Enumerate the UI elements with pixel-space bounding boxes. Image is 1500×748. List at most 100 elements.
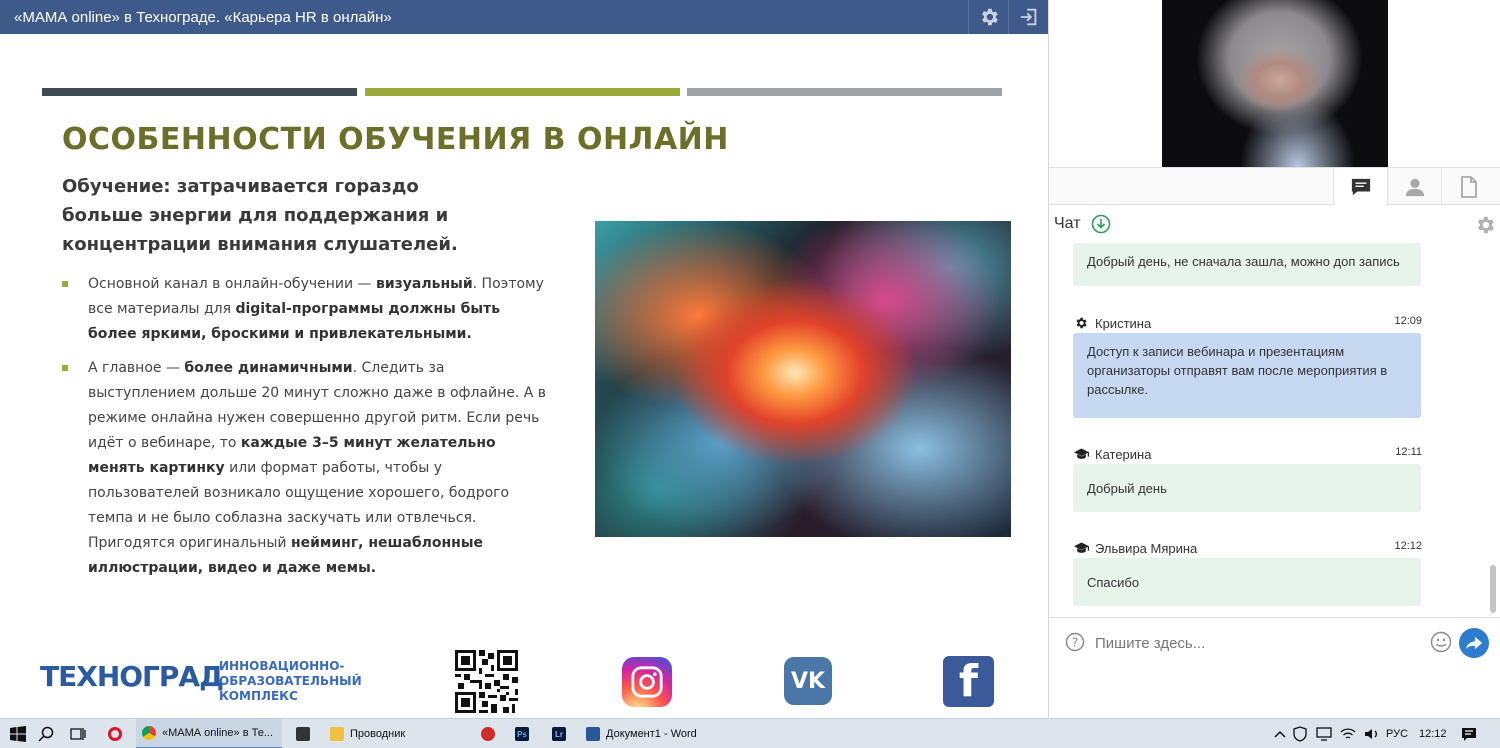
user-icon: [1405, 178, 1424, 196]
bullet-text: Основной канал в онлайн-обучении — визуа…: [88, 276, 544, 342]
wifi-icon: [1340, 728, 1356, 739]
tray-app[interactable]: [1316, 719, 1332, 748]
tray-security[interactable]: [1292, 719, 1308, 748]
message-author: Катерина: [1095, 447, 1152, 462]
tray-language[interactable]: РУС: [1386, 719, 1408, 748]
chat-message-meta: Эльвира Мярина 12:12: [1074, 540, 1422, 558]
graduation-cap-icon: [1074, 447, 1089, 463]
app-icon: [296, 727, 310, 741]
question-icon: ?: [1065, 632, 1085, 652]
opera-taskbar-icon[interactable]: [108, 719, 122, 748]
tray-wifi[interactable]: [1340, 719, 1356, 748]
chat-message-meta: Кристина 12:09: [1074, 315, 1422, 333]
windows-icon: [10, 726, 26, 742]
tab-participants[interactable]: [1387, 168, 1441, 205]
lightroom-icon: Lr: [552, 727, 566, 741]
opera-icon: [108, 727, 122, 741]
taskbar-label: Документ1 - Word: [606, 728, 697, 740]
help-button[interactable]: ?: [1065, 632, 1085, 657]
taskbar-label: Проводник: [350, 728, 406, 740]
presentation-slide: ОСОБЕННОСТИ ОБУЧЕНИЯ В ОНЛАЙН Обучение: …: [0, 34, 1048, 718]
tray-chevron[interactable]: [1274, 719, 1286, 748]
message-author: Кристина: [1095, 316, 1152, 331]
volume-icon: [1365, 729, 1377, 739]
taskbar-photoshop[interactable]: Ps: [515, 719, 529, 748]
emoji-button[interactable]: [1430, 631, 1452, 658]
instagram-icon[interactable]: [622, 657, 672, 707]
word-icon: [586, 727, 600, 741]
slide-abstract-image: [595, 221, 1011, 537]
webinar-app: «МАМА online» в Технограде. «Карьера HR …: [0, 0, 1500, 748]
facebook-icon[interactable]: f: [943, 656, 994, 707]
shield-icon: [1293, 726, 1307, 742]
exit-icon: [1020, 8, 1036, 26]
message-time: 12:12: [1394, 540, 1422, 552]
search-icon: [38, 726, 54, 742]
document-icon: [1460, 175, 1477, 198]
chat-scrollbar[interactable]: [1490, 565, 1496, 613]
gear-icon: [1478, 216, 1494, 234]
taskbar-label: «МАМА online» в Те...: [162, 727, 273, 739]
slide-stripe-gray: [687, 88, 1002, 96]
chat-title: Чат: [1054, 215, 1081, 232]
send-arrow-icon: [1465, 636, 1483, 650]
vk-icon[interactable]: VK: [784, 657, 832, 705]
smiley-icon: [1430, 631, 1452, 653]
settings-button[interactable]: [968, 0, 1008, 34]
search-button[interactable]: [38, 719, 54, 748]
panel-divider: [1048, 0, 1049, 718]
taskbar-app-icon[interactable]: [481, 719, 495, 748]
technograd-logo: ТЕХНОГРАД: [40, 660, 224, 693]
chat-message-bubble: Добрый день, не сначала зашла, можно доп…: [1073, 243, 1421, 286]
taskbar-app-icon[interactable]: [296, 719, 310, 748]
technograd-logo-subtitle: ИННОВАЦИОННО-ОБРАЗОВАТЕЛЬНЫЙ КОМПЛЕКС: [219, 659, 362, 703]
chrome-icon: [142, 726, 156, 740]
photoshop-icon: Ps: [515, 727, 529, 741]
task-view-icon: [70, 728, 86, 740]
gear-icon: [981, 8, 998, 26]
taskbar-explorer-window[interactable]: Проводник: [324, 719, 466, 748]
red-app-icon: [481, 727, 495, 741]
webcam-video: [1162, 0, 1388, 167]
tray-volume[interactable]: [1364, 719, 1380, 748]
slide-bullet: А главное — более динамичными. Следить з…: [62, 356, 552, 581]
bullet-marker: [62, 281, 68, 287]
taskbar-lightroom[interactable]: Lr: [552, 719, 566, 748]
tray-clock[interactable]: 12:12: [1419, 719, 1447, 748]
task-view-button[interactable]: [70, 719, 86, 748]
chevron-up-icon: [1274, 730, 1286, 738]
chat-message-bubble: Спасибо: [1073, 558, 1421, 606]
taskbar-chrome-window[interactable]: «МАМА online» в Те...: [136, 719, 282, 748]
tab-files[interactable]: [1441, 168, 1495, 205]
message-time: 12:11: [1395, 446, 1422, 458]
instagram-glyph-icon: [631, 666, 663, 698]
notifications-icon: [1462, 728, 1476, 741]
svg-text:?: ?: [1072, 636, 1078, 650]
tray-notifications[interactable]: [1461, 719, 1477, 748]
slide-heading: ОСОБЕННОСТИ ОБУЧЕНИЯ В ОНЛАЙН: [62, 122, 729, 157]
graduation-cap-icon: [1074, 541, 1089, 557]
chat-message-input[interactable]: [1095, 630, 1425, 656]
windows-taskbar: «МАМА online» в Те... Проводник Ps Lr До…: [0, 718, 1500, 748]
slide-bullet: Основной канал в онлайн-обучении — визуа…: [62, 272, 552, 347]
slide-subheading: Обучение: затрачивается гораздо больше э…: [62, 176, 458, 255]
tab-chat[interactable]: [1333, 168, 1387, 205]
taskbar-word-window[interactable]: Документ1 - Word: [580, 719, 726, 748]
chat-messages[interactable]: Добрый день, не сначала зашла, можно доп…: [1050, 238, 1488, 610]
chat-composer: ?: [1049, 617, 1500, 667]
start-button[interactable]: [10, 719, 26, 748]
folder-icon: [330, 727, 344, 741]
download-icon: [1091, 214, 1111, 234]
webinar-title-bar: «МАМА online» в Технограде. «Карьера HR …: [0, 0, 1048, 34]
slide-stripe-green: [365, 88, 680, 96]
chat-header: Чат: [1054, 212, 1498, 236]
send-button[interactable]: [1459, 628, 1489, 658]
message-time: 12:09: [1394, 315, 1422, 327]
gear-icon: [1074, 316, 1088, 333]
chat-message-meta: Катерина 12:11: [1074, 446, 1422, 464]
message-author: Эльвира Мярина: [1095, 541, 1198, 556]
chat-settings-button[interactable]: [1474, 214, 1496, 241]
slide-stripe-dark: [42, 88, 357, 96]
download-chat-button[interactable]: [1091, 214, 1111, 239]
exit-button[interactable]: [1008, 0, 1048, 34]
